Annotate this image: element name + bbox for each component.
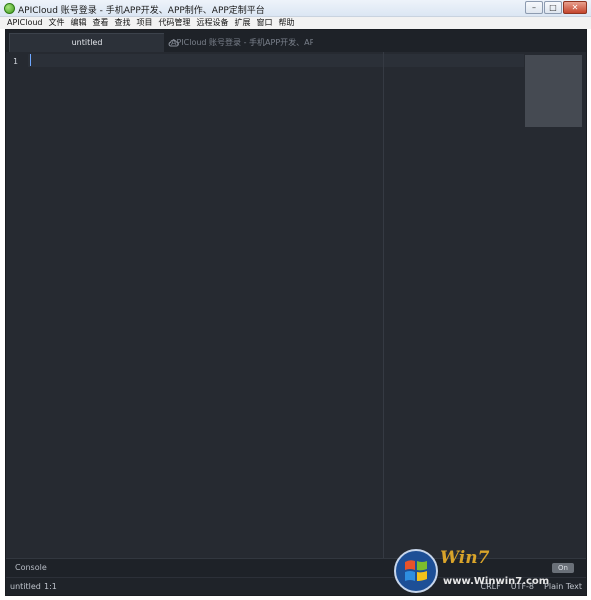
menu-help[interactable]: 帮助 bbox=[279, 17, 295, 29]
editor-shell: untitled APICloud 账号登录 - 手机APP开发、APP 1 C… bbox=[5, 29, 587, 596]
menu-view[interactable]: 查看 bbox=[93, 17, 109, 29]
menu-extensions[interactable]: 扩展 bbox=[235, 17, 251, 29]
console-panel: Console On bbox=[6, 558, 586, 577]
tab-label: APICloud 账号登录 - 手机APP开发、APP bbox=[171, 37, 313, 47]
line-gutter: 1 bbox=[6, 52, 28, 558]
console-label: Console bbox=[15, 563, 47, 572]
line-number: 1 bbox=[13, 57, 18, 66]
tab-untitled[interactable]: untitled bbox=[9, 33, 164, 52]
app-icon bbox=[4, 3, 15, 14]
status-encoding[interactable]: UTF-8 bbox=[511, 582, 534, 591]
status-bar: untitled 1:1 CRLF UTF-8 Plain Text bbox=[6, 577, 586, 595]
code-editor[interactable] bbox=[28, 52, 524, 558]
close-icon: ✕ bbox=[571, 3, 579, 12]
maximize-button[interactable]: □ bbox=[544, 1, 562, 14]
tab-bar: untitled APICloud 账号登录 - 手机APP开发、APP bbox=[6, 30, 586, 52]
menu-project[interactable]: 项目 bbox=[137, 17, 153, 29]
minimap-viewport[interactable] bbox=[525, 55, 582, 127]
menu-bar: APICloud 文件 编辑 查看 查找 项目 代码管理 远程设备 扩展 窗口 … bbox=[0, 17, 591, 29]
console-toggle[interactable]: On bbox=[552, 563, 574, 573]
minimize-button[interactable]: – bbox=[525, 1, 543, 14]
menu-file[interactable]: 文件 bbox=[49, 17, 65, 29]
status-filename: untitled bbox=[10, 582, 41, 591]
minimap[interactable] bbox=[524, 52, 586, 558]
menu-find[interactable]: 查找 bbox=[115, 17, 131, 29]
minimize-icon: – bbox=[532, 3, 536, 12]
status-line-ending[interactable]: CRLF bbox=[481, 582, 501, 591]
maximize-icon: □ bbox=[549, 3, 557, 12]
menu-window[interactable]: 窗口 bbox=[257, 17, 273, 29]
text-cursor bbox=[30, 54, 31, 66]
status-right-group: CRLF UTF-8 Plain Text bbox=[481, 582, 583, 591]
status-cursor-position[interactable]: 1:1 bbox=[44, 582, 57, 591]
menu-remote-device[interactable]: 远程设备 bbox=[197, 17, 229, 29]
window-controls: – □ ✕ bbox=[525, 1, 587, 14]
column-ruler bbox=[383, 52, 384, 558]
menu-source-control[interactable]: 代码管理 bbox=[159, 17, 191, 29]
window-title: APICloud 账号登录 - 手机APP开发、APP制作、APP定制平台 bbox=[18, 6, 265, 16]
menu-edit[interactable]: 编辑 bbox=[71, 17, 87, 29]
close-button[interactable]: ✕ bbox=[563, 1, 587, 14]
tab-apicloud-login[interactable]: APICloud 账号登录 - 手机APP开发、APP bbox=[168, 33, 313, 52]
menu-apicloud[interactable]: APICloud bbox=[7, 17, 43, 29]
current-line-highlight bbox=[28, 54, 524, 67]
status-language[interactable]: Plain Text bbox=[544, 582, 582, 591]
title-bar[interactable]: APICloud 账号登录 - 手机APP开发、APP制作、APP定制平台 – … bbox=[0, 0, 591, 17]
